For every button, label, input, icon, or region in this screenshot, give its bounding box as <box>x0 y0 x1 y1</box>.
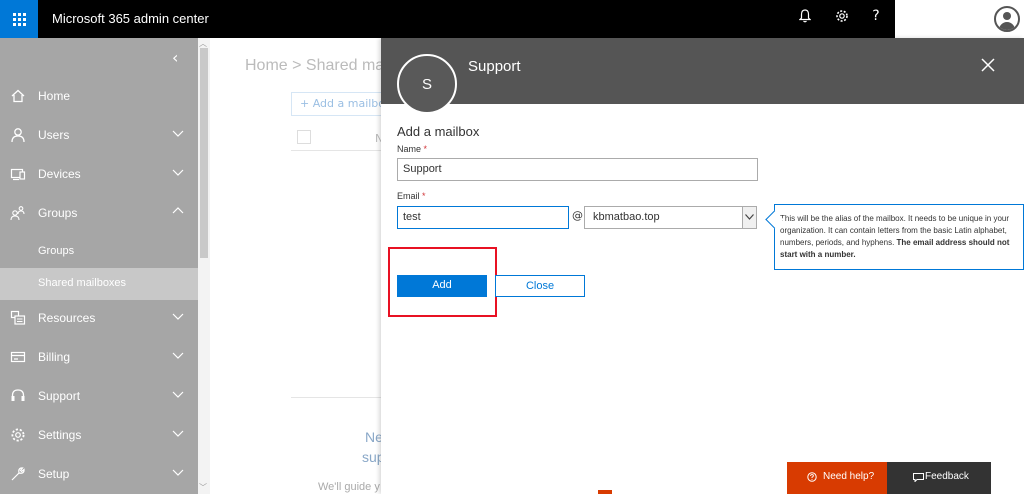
sidebar-item-label: Settings <box>38 428 82 442</box>
add-mailbox-panel: Support S Add a mailbox Name * Support E… <box>381 38 1024 494</box>
sidebar-item-setup[interactable]: Setup <box>0 458 198 490</box>
chevron-down-icon <box>172 469 184 476</box>
bell-icon <box>798 9 812 23</box>
breadcrumb: Home > Shared mail <box>245 57 392 74</box>
sidebar-item-label: Home <box>38 89 71 103</box>
groups-icon <box>10 206 25 221</box>
sidebar-item-home[interactable]: Home <box>0 80 198 112</box>
divider <box>291 150 381 151</box>
sidebar-subitem-label: Groups <box>38 245 75 257</box>
email-alias-field[interactable]: test <box>397 206 569 229</box>
sidebar-item-groups[interactable]: Groups <box>0 197 198 229</box>
waffle-icon <box>12 12 26 26</box>
email-label: Email * <box>397 191 426 201</box>
domain-select[interactable]: kbmatbao.top <box>584 206 757 229</box>
app-launcher-button[interactable] <box>0 0 38 38</box>
chevron-down-icon <box>172 430 184 437</box>
status-strip <box>598 490 612 494</box>
sidebar-item-label: Groups <box>38 206 78 220</box>
sidebar-item-label: Resources <box>38 311 96 325</box>
feedback-label: Feedback <box>925 471 969 482</box>
dropdown-button[interactable] <box>742 207 756 228</box>
gear-icon <box>836 10 848 22</box>
add-button[interactable]: Add <box>397 275 487 297</box>
gear-icon <box>11 428 25 442</box>
user-avatar[interactable] <box>994 6 1020 32</box>
sidebar-scrollbar[interactable]: ︿ ﹀ <box>198 38 210 494</box>
collapse-sidebar-button[interactable]: ‹ <box>172 48 178 67</box>
add-mailbox-button[interactable]: + Add a mailbox <box>291 92 383 116</box>
name-field[interactable]: Support <box>397 158 758 181</box>
panel-header: Support <box>381 38 1024 104</box>
top-bar: Microsoft 365 admin center ? <box>0 0 1024 38</box>
sidebar-item-settings[interactable]: Settings <box>0 419 198 451</box>
chevron-up-icon <box>172 207 184 214</box>
notifications-button[interactable] <box>796 9 814 27</box>
chevron-down-icon <box>172 352 184 359</box>
sidebar-subitem-shared-mailboxes[interactable]: Shared mailboxes <box>0 268 198 300</box>
section-title: Add a mailbox <box>397 124 480 139</box>
sidebar-item-users[interactable]: Users <box>0 119 198 151</box>
chevron-down-icon <box>172 169 184 176</box>
home-icon <box>11 89 25 103</box>
scroll-down-icon[interactable]: ﹀ <box>199 482 207 493</box>
required-marker: * <box>422 191 426 201</box>
chevron-down-icon <box>172 130 184 137</box>
sidebar-item-label: Devices <box>38 167 81 181</box>
sidebar-item-resources[interactable]: Resources <box>0 302 198 334</box>
select-all-checkbox[interactable] <box>297 130 311 144</box>
feedback-icon <box>913 473 924 482</box>
sidebar-subitem-label: Shared mailboxes <box>38 277 127 289</box>
divider <box>291 397 381 398</box>
help-button[interactable]: ? <box>867 8 885 24</box>
sidebar-item-billing[interactable]: Billing <box>0 341 198 373</box>
feedback-button[interactable]: Feedback <box>887 462 991 494</box>
sidebar-item-label: Support <box>38 389 81 403</box>
wrench-icon <box>11 467 25 481</box>
name-label: Name * <box>397 144 428 154</box>
chevron-down-icon <box>745 214 754 220</box>
sidebar-item-label: Setup <box>38 467 70 481</box>
panel-title: Support <box>468 58 521 75</box>
devices-icon <box>10 168 26 181</box>
need-help-button[interactable]: Need help? <box>787 462 887 494</box>
mailbox-avatar: S <box>397 54 457 114</box>
close-icon[interactable] <box>979 56 997 74</box>
empty-state-subtitle: We'll guide y <box>318 481 380 493</box>
chevron-down-icon <box>172 391 184 398</box>
required-marker: * <box>423 144 428 154</box>
at-sign: @ <box>572 209 583 222</box>
sidebar-item-label: Users <box>38 128 70 142</box>
resources-icon <box>10 310 26 325</box>
headset-icon <box>11 389 25 401</box>
domain-value: kbmatbao.top <box>593 211 660 223</box>
chevron-down-icon <box>172 313 184 320</box>
sidebar: ‹ Home Users Devices Groups Groups Share… <box>0 38 198 494</box>
billing-icon <box>10 351 26 363</box>
scrollbar-thumb[interactable] <box>200 48 208 258</box>
need-help-label: Need help? <box>823 471 875 482</box>
settings-button[interactable] <box>833 9 851 27</box>
sidebar-subitem-groups[interactable]: Groups <box>0 236 198 268</box>
sidebar-item-devices[interactable]: Devices <box>0 158 198 190</box>
sidebar-item-support[interactable]: Support <box>0 380 198 412</box>
email-tooltip: This will be the alias of the mailbox. I… <box>774 204 1024 270</box>
close-button[interactable]: Close <box>495 275 585 297</box>
sidebar-item-label: Billing <box>38 350 71 364</box>
help-circle-icon <box>807 472 817 482</box>
app-title: Microsoft 365 admin center <box>52 11 209 26</box>
person-icon <box>11 128 25 143</box>
